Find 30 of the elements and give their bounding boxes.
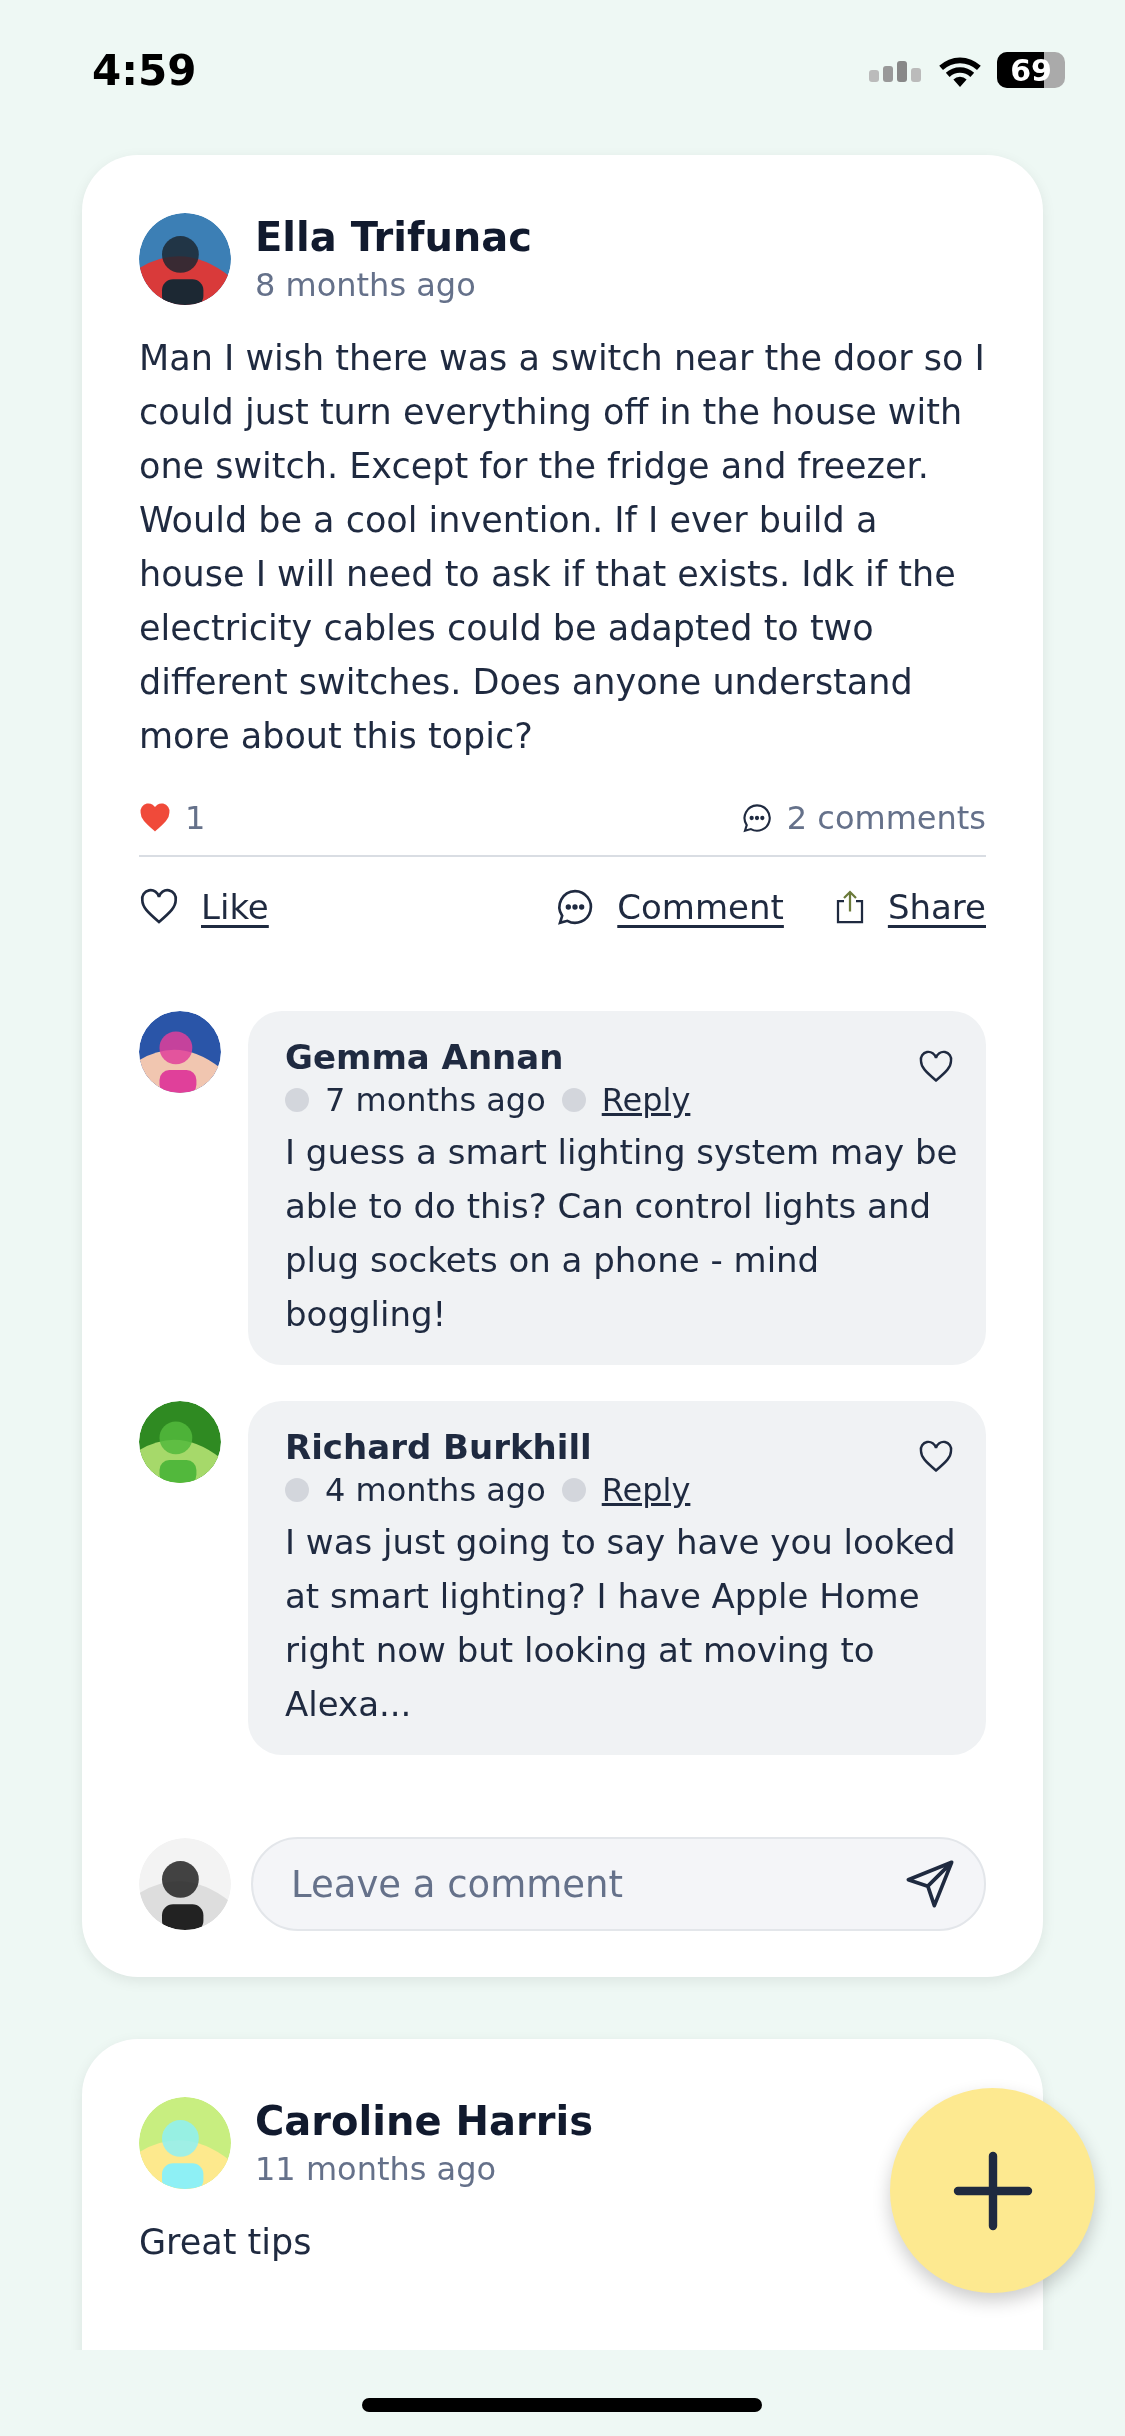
comment-time: 4 months ago xyxy=(325,1471,546,1509)
signal-icon xyxy=(869,58,923,82)
post-time: 8 months ago xyxy=(255,266,477,304)
comment-text: I guess a smart lighting system may be able to do this? Can control lights and plug sockets on a phone - mind boggling! xyxy=(285,1131,958,1336)
author-name: Caroline Harris xyxy=(255,2098,593,2144)
like-comment-button[interactable] xyxy=(918,1439,954,1475)
comment-text: I was just going to say have you looked at smart lighting? I have Apple Home right now but looking at moving to Alexa... xyxy=(285,1521,957,1726)
send-icon[interactable] xyxy=(904,1858,956,1910)
comment-button[interactable]: Comment xyxy=(555,887,784,927)
post-text: Man I wish there was a switch near the door so I could just turn everything off in the house with one switch. Except for the fridge and freezer. Would be a cool invention. If I ever build a house I will need to ask if that exists. Idk if the electricity cables could be adapted to two different switches. Does anyone understand more about this topic? xyxy=(139,337,986,758)
reply-link[interactable]: Reply xyxy=(601,1081,691,1119)
post-text: Great tips xyxy=(139,2221,313,2264)
like-comment-button[interactable] xyxy=(918,1049,954,1085)
author-name: Ella Trifunac xyxy=(255,214,533,260)
dot-icon xyxy=(285,1478,309,1502)
commenter-name: Gemma Annan xyxy=(285,1037,564,1077)
commenter-name: Richard Burkhill xyxy=(285,1427,592,1467)
like-count: 1 xyxy=(185,799,206,837)
post-time: 11 months ago xyxy=(255,2150,498,2188)
comment-count: 2 comments xyxy=(786,799,986,837)
reply-link[interactable]: Reply xyxy=(601,1471,691,1509)
like-button[interactable]: Like xyxy=(139,887,269,927)
comment-field[interactable]: Leave a comment xyxy=(251,1837,986,1931)
comment-time: 7 months ago xyxy=(325,1081,546,1119)
status-time: 4:59 xyxy=(92,45,197,95)
dot-icon xyxy=(561,1088,586,1112)
chat-bubble-icon xyxy=(740,802,773,834)
share-button[interactable]: Share xyxy=(833,887,986,927)
dot-icon xyxy=(285,1088,309,1112)
dot-icon xyxy=(561,1478,586,1502)
